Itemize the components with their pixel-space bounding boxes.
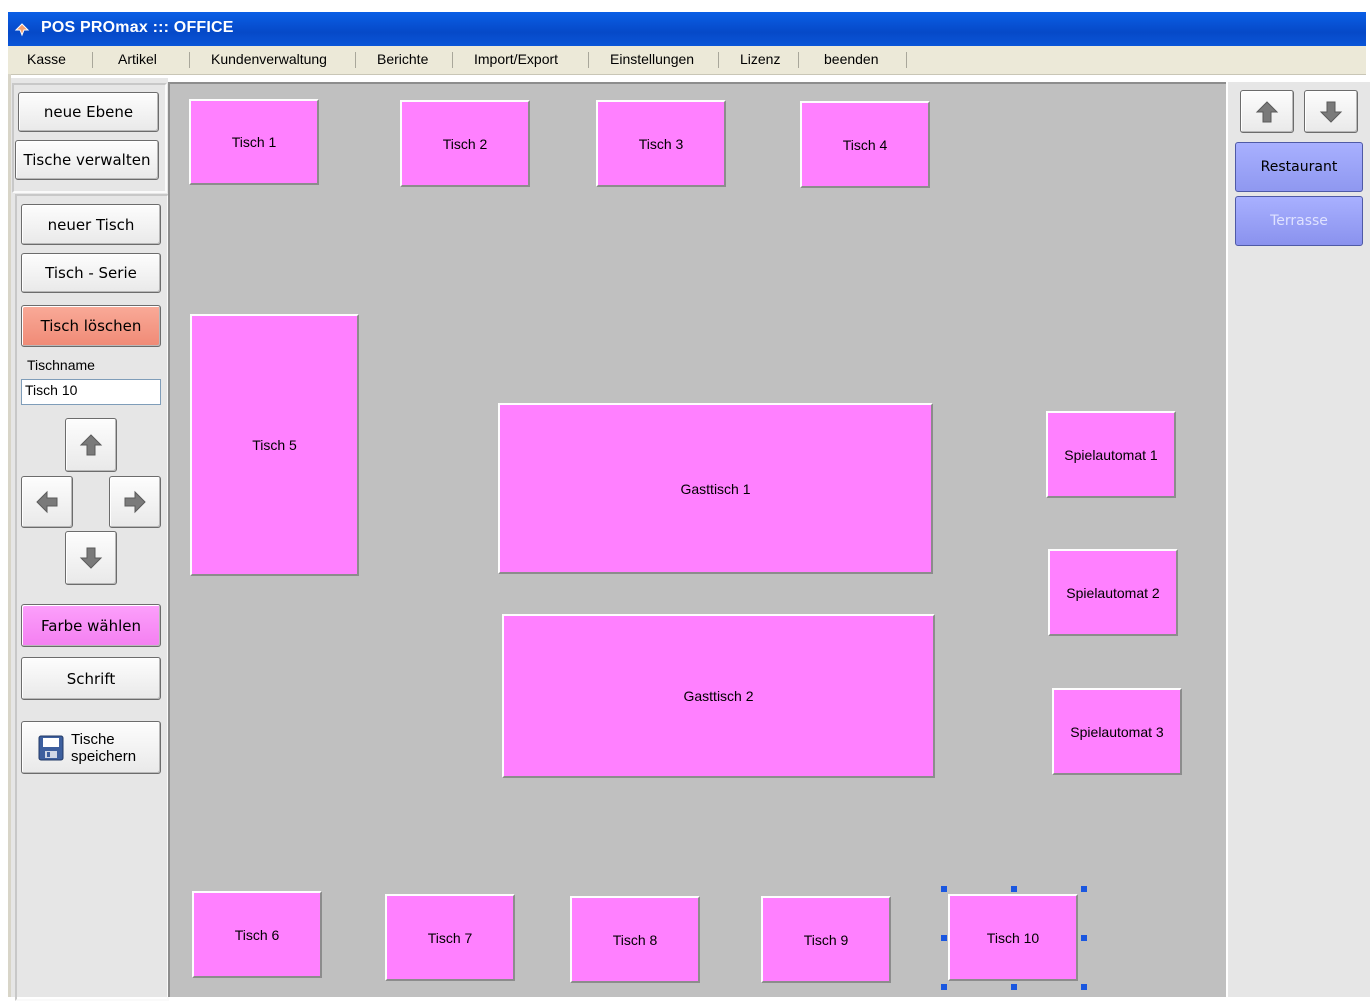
save-tables-label: Tische speichern [71, 730, 137, 765]
menu-separator [92, 52, 93, 68]
table-tisch-1[interactable]: Tisch 1 [189, 99, 319, 185]
font-button[interactable]: Schrift [21, 657, 161, 700]
menu-kundenverwaltung[interactable]: Kundenverwaltung [211, 51, 327, 67]
layer-down-button[interactable] [1304, 90, 1358, 133]
menu-lizenz[interactable]: Lizenz [740, 51, 780, 67]
choose-color-button[interactable]: Farbe wählen [21, 604, 161, 647]
menu-separator [718, 52, 719, 68]
resize-handle-n[interactable] [1011, 886, 1017, 892]
menu-kasse[interactable]: Kasse [27, 51, 66, 67]
title-bar: POS PROmax ::: OFFICE [8, 12, 1366, 46]
table-tisch-2[interactable]: Tisch 2 [400, 100, 530, 187]
menu-bar: Kasse Artikel Kundenverwaltung Berichte … [8, 46, 1366, 75]
layer-terrasse-button[interactable]: Terrasse [1235, 196, 1363, 246]
arrow-down-icon [79, 547, 103, 569]
move-left-button[interactable] [21, 476, 73, 528]
resize-handle-ne[interactable] [1081, 886, 1087, 892]
move-right-button[interactable] [109, 476, 161, 528]
table-tisch-4[interactable]: Tisch 4 [800, 101, 930, 188]
menu-import-export[interactable]: Import/Export [474, 51, 558, 67]
table-tisch-6[interactable]: Tisch 6 [192, 891, 322, 978]
table-name-field[interactable]: Tisch 10 [21, 379, 161, 405]
menu-artikel[interactable]: Artikel [118, 51, 157, 67]
table-tisch-3[interactable]: Tisch 3 [596, 100, 726, 187]
layer-restaurant-button[interactable]: Restaurant [1235, 142, 1363, 192]
table-series-button[interactable]: Tisch - Serie [21, 253, 161, 293]
menu-berichte[interactable]: Berichte [377, 51, 428, 67]
menu-separator [355, 52, 356, 68]
arrow-up-icon [79, 434, 103, 456]
layer-up-button[interactable] [1240, 90, 1294, 133]
table-spielautomat-3[interactable]: Spielautomat 3 [1052, 688, 1182, 775]
resize-handle-nw[interactable] [941, 886, 947, 892]
resize-handle-w[interactable] [941, 935, 947, 941]
floppy-disk-icon [38, 735, 64, 760]
menu-separator [452, 52, 453, 68]
table-spielautomat-2[interactable]: Spielautomat 2 [1048, 549, 1178, 636]
resize-handle-se[interactable] [1081, 984, 1087, 990]
arrow-up-icon [1255, 100, 1279, 122]
manage-tables-button[interactable]: Tische verwalten [15, 140, 159, 180]
table-name-label: Tischname [27, 357, 95, 373]
resize-handle-s[interactable] [1011, 984, 1017, 990]
delete-table-button[interactable]: Tisch löschen [21, 305, 161, 347]
menu-beenden[interactable]: beenden [824, 51, 879, 67]
save-tables-button[interactable]: Tische speichern [21, 721, 161, 774]
menu-einstellungen[interactable]: Einstellungen [610, 51, 694, 67]
table-tisch-9[interactable]: Tisch 9 [761, 896, 891, 983]
window-title: POS PROmax ::: OFFICE [41, 19, 234, 36]
table-tisch-8[interactable]: Tisch 8 [570, 896, 700, 983]
arrow-down-icon [1319, 101, 1343, 123]
table-spielautomat-1[interactable]: Spielautomat 1 [1046, 411, 1176, 498]
table-gasttisch-2[interactable]: Gasttisch 2 [502, 614, 935, 778]
menu-separator [906, 52, 907, 68]
table-tisch-5[interactable]: Tisch 5 [190, 314, 359, 576]
arrow-left-icon [36, 490, 58, 514]
app-logo-icon [14, 23, 30, 37]
floor-plan-canvas[interactable]: Tisch 1 Tisch 2 Tisch 3 Tisch 4 Tisch 5 … [168, 82, 1226, 997]
move-up-button[interactable] [65, 418, 117, 472]
new-table-button[interactable]: neuer Tisch [21, 204, 161, 245]
menu-separator [588, 52, 589, 68]
resize-handle-e[interactable] [1081, 935, 1087, 941]
table-tisch-10-selected[interactable]: Tisch 10 [948, 894, 1078, 981]
menu-separator [798, 52, 799, 68]
table-gasttisch-1[interactable]: Gasttisch 1 [498, 403, 933, 574]
move-down-button[interactable] [65, 531, 117, 585]
table-tisch-7[interactable]: Tisch 7 [385, 894, 515, 981]
layer-panel: Restaurant Terrasse [1228, 82, 1370, 997]
arrow-right-icon [124, 490, 146, 514]
resize-handle-sw[interactable] [941, 984, 947, 990]
left-tool-panel: neue Ebene Tische verwalten neuer Tisch … [11, 78, 169, 1001]
menu-separator [189, 52, 190, 68]
new-layer-button[interactable]: neue Ebene [18, 92, 159, 132]
